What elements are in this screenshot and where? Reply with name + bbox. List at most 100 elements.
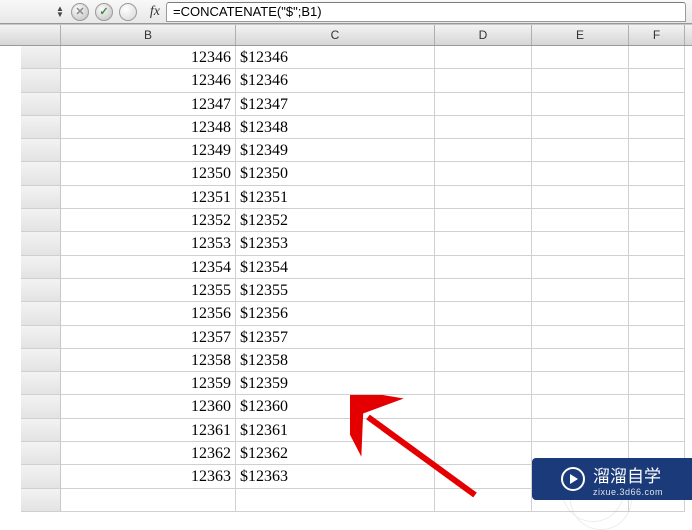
row-header[interactable] <box>21 162 61 185</box>
cell-F[interactable] <box>629 162 685 185</box>
cell-B[interactable]: 12347 <box>61 93 236 116</box>
row-header[interactable] <box>21 442 61 465</box>
cell-F[interactable] <box>629 419 685 442</box>
cell-F[interactable] <box>629 395 685 418</box>
row-header[interactable] <box>21 46 61 69</box>
cell-D[interactable] <box>435 232 532 255</box>
cell-D[interactable] <box>435 465 532 488</box>
col-header-F[interactable]: F <box>629 25 685 45</box>
cell-C[interactable]: $12350 <box>236 162 435 185</box>
cell-C[interactable]: $12357 <box>236 326 435 349</box>
cell-C[interactable]: $12361 <box>236 419 435 442</box>
cell-F[interactable] <box>629 302 685 325</box>
cell-E[interactable] <box>532 232 629 255</box>
cell-C[interactable]: $12354 <box>236 256 435 279</box>
cell-B[interactable]: 12361 <box>61 419 236 442</box>
row-header[interactable] <box>21 395 61 418</box>
row-header[interactable] <box>21 349 61 372</box>
cell-E[interactable] <box>532 209 629 232</box>
row-stepper[interactable]: ▲▼ <box>56 6 64 18</box>
row-header[interactable] <box>21 489 61 512</box>
cell-F[interactable] <box>629 186 685 209</box>
cell-D[interactable] <box>435 162 532 185</box>
cell-D[interactable] <box>435 442 532 465</box>
cell-F[interactable] <box>629 46 685 69</box>
cell-D[interactable] <box>435 419 532 442</box>
cell-D[interactable] <box>435 93 532 116</box>
cell-C[interactable]: $12351 <box>236 186 435 209</box>
row-header[interactable] <box>21 465 61 488</box>
cell-D[interactable] <box>435 186 532 209</box>
cell-F[interactable] <box>629 372 685 395</box>
cell-B[interactable]: 12357 <box>61 326 236 349</box>
cell-C[interactable]: $12349 <box>236 139 435 162</box>
cell-E[interactable] <box>532 69 629 92</box>
cell-D[interactable] <box>435 116 532 139</box>
cell-E[interactable] <box>532 162 629 185</box>
cell-C[interactable]: $12346 <box>236 69 435 92</box>
cell-B[interactable]: 12350 <box>61 162 236 185</box>
cell-F[interactable] <box>629 232 685 255</box>
cell-D[interactable] <box>435 349 532 372</box>
cell-B[interactable]: 12355 <box>61 279 236 302</box>
cell-B[interactable]: 12346 <box>61 46 236 69</box>
cell-B[interactable]: 12356 <box>61 302 236 325</box>
cell-E[interactable] <box>532 116 629 139</box>
cell-C[interactable]: $12358 <box>236 349 435 372</box>
cell-D[interactable] <box>435 256 532 279</box>
cell-E[interactable] <box>532 419 629 442</box>
cell-F[interactable] <box>629 279 685 302</box>
cell-C[interactable]: $12353 <box>236 232 435 255</box>
cell-C[interactable]: $12356 <box>236 302 435 325</box>
cell-B[interactable]: 12352 <box>61 209 236 232</box>
cell-D[interactable] <box>435 139 532 162</box>
cell-B[interactable]: 12359 <box>61 372 236 395</box>
cell-F[interactable] <box>629 93 685 116</box>
cell-E[interactable] <box>532 139 629 162</box>
cell-B[interactable]: 12360 <box>61 395 236 418</box>
ref-button[interactable] <box>117 2 139 22</box>
cell-C[interactable]: $12352 <box>236 209 435 232</box>
row-header[interactable] <box>21 372 61 395</box>
cell-D[interactable] <box>435 489 532 512</box>
col-header-D[interactable]: D <box>435 25 532 45</box>
cell-F[interactable] <box>629 256 685 279</box>
cell-B[interactable]: 12354 <box>61 256 236 279</box>
cell-B[interactable]: 12351 <box>61 186 236 209</box>
cell-F[interactable] <box>629 139 685 162</box>
row-header[interactable] <box>21 116 61 139</box>
cancel-button[interactable]: ✕ <box>69 2 91 22</box>
row-header[interactable] <box>21 209 61 232</box>
cell-C[interactable]: $12363 <box>236 465 435 488</box>
cell-D[interactable] <box>435 326 532 349</box>
cell-C[interactable]: $12346 <box>236 46 435 69</box>
row-header[interactable] <box>21 302 61 325</box>
cell-F[interactable] <box>629 69 685 92</box>
row-header-corner[interactable] <box>21 25 61 45</box>
cell-D[interactable] <box>435 69 532 92</box>
cell-F[interactable] <box>629 349 685 372</box>
row-header[interactable] <box>21 419 61 442</box>
cell-B[interactable]: 12348 <box>61 116 236 139</box>
cell-C[interactable]: $12348 <box>236 116 435 139</box>
cell-E[interactable] <box>532 93 629 116</box>
row-header[interactable] <box>21 232 61 255</box>
confirm-button[interactable]: ✓ <box>93 2 115 22</box>
row-header[interactable] <box>21 326 61 349</box>
cell-C[interactable]: $12347 <box>236 93 435 116</box>
cell-E[interactable] <box>532 372 629 395</box>
cell-C[interactable]: $12355 <box>236 279 435 302</box>
cell-B[interactable] <box>61 489 236 512</box>
cell-C[interactable]: $12359 <box>236 372 435 395</box>
cell-D[interactable] <box>435 209 532 232</box>
cell-E[interactable] <box>532 395 629 418</box>
cell-B[interactable]: 12363 <box>61 465 236 488</box>
cell-C[interactable]: $12360 <box>236 395 435 418</box>
cell-B[interactable]: 12349 <box>61 139 236 162</box>
cell-D[interactable] <box>435 279 532 302</box>
cell-E[interactable] <box>532 256 629 279</box>
fx-label[interactable]: fx <box>150 4 160 20</box>
col-header-C[interactable]: C <box>236 25 435 45</box>
cell-E[interactable] <box>532 46 629 69</box>
row-header[interactable] <box>21 256 61 279</box>
